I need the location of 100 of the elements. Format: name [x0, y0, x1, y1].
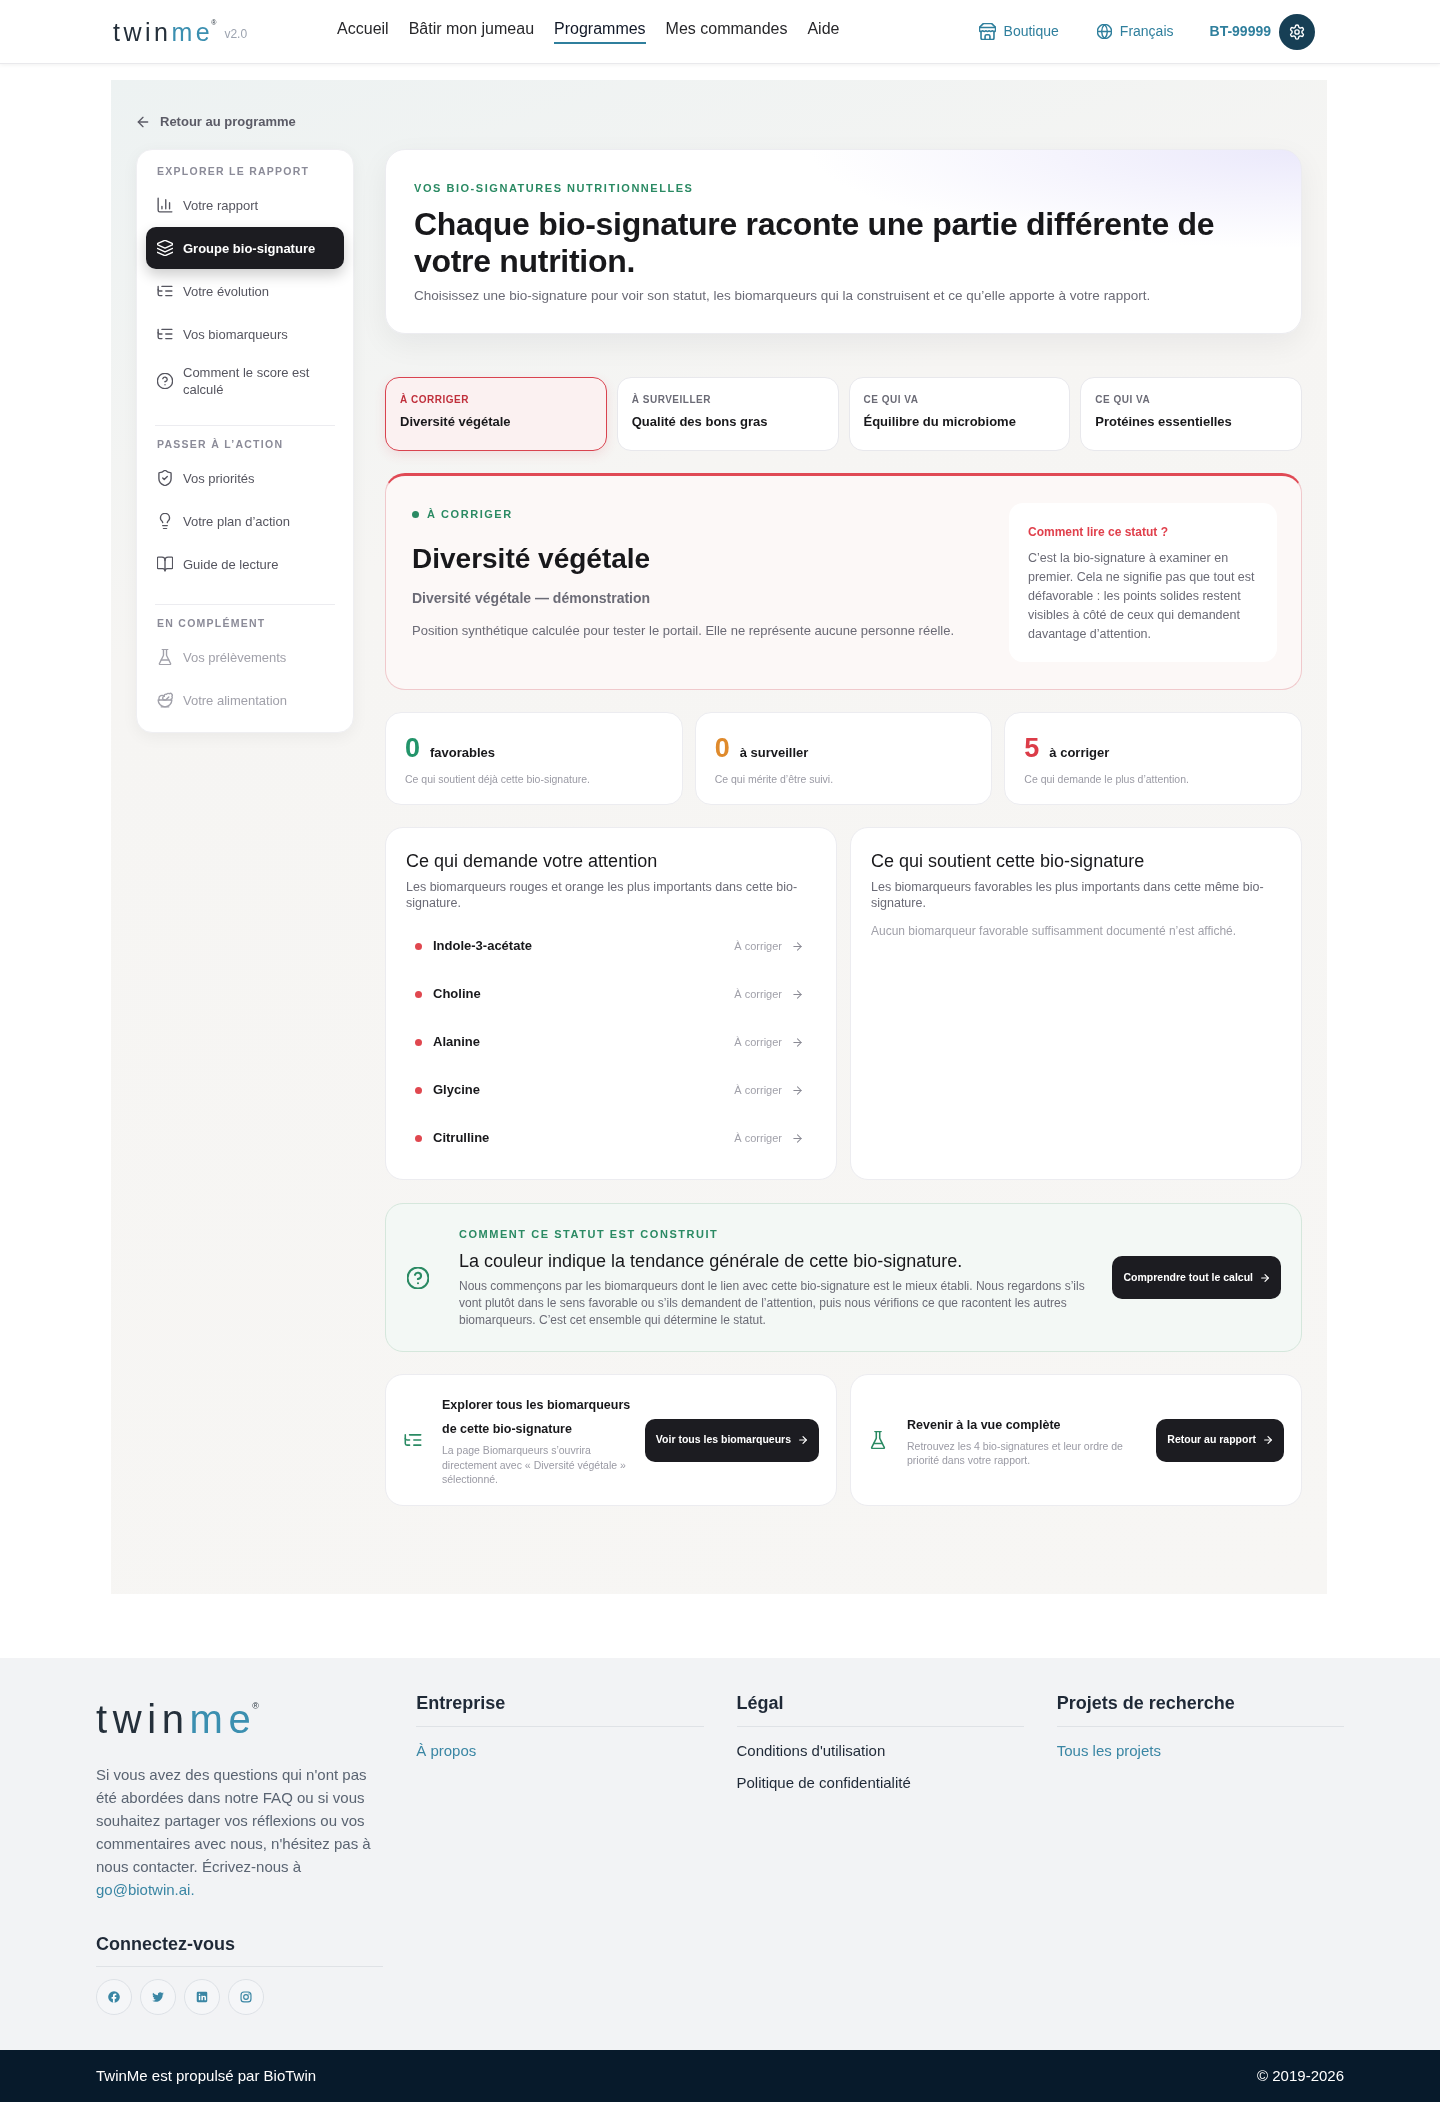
back-link[interactable]: Retour au programme — [136, 112, 296, 132]
flask-icon — [869, 1431, 887, 1449]
footer-logo[interactable]: twin me$^{®}$ — [96, 1699, 259, 1739]
footer-link[interactable]: Conditions d'utilisation — [736, 1740, 886, 1762]
footer-heading: Connectez-vous — [96, 1932, 384, 1967]
status-text: À corriger — [734, 1130, 782, 1146]
count-value: 0 — [405, 733, 421, 763]
signature-subtitle: Diversité végétale — démonstration — [412, 589, 652, 608]
section-heading: PASSER À L’ACTION — [156, 437, 285, 452]
method-text: Nous commençons par les biomarqueurs dont le lien avec cette bio-signature est le mieux établi. Nous regardons s’ils vont plutôt dans le sens favorable ou s’ils demandent de l’attention, puis nous vérifions ce que racontent les autres biomarqueurs. C’est cet ensemble qui détermine le statut. — [459, 1277, 1086, 1329]
signature-description: Position synthétique calculée pour tester le portail. Elle ne représente aucune personne réelle. — [412, 622, 955, 640]
help-text: C’est la bio-signature à examiner en premier. Cela ne signifie pas que tout est défavorable : les points solides restent visibles à côté de ceux qui demandent davantage d’attention. — [1028, 550, 1256, 643]
logo[interactable]: twin me$^{®}$ — [113, 17, 217, 46]
shield-check-icon — [157, 470, 173, 486]
list-icon — [157, 283, 173, 299]
nav-link[interactable]: Accueil — [337, 19, 389, 44]
signature-tab[interactable]: À SURVEILLER Qualité des bons gras — [616, 377, 839, 451]
email-link[interactable]: go@biotwin.ai. — [96, 1881, 195, 1898]
account-link[interactable]: BT-99999 — [1209, 21, 1271, 42]
signature-tab[interactable]: À CORRIGER Diversité végétale — [385, 377, 607, 451]
sidebar-item[interactable]: Guide de lecture — [146, 543, 344, 585]
language-selector[interactable]: Français — [1096, 21, 1174, 42]
lightbulb-icon — [157, 513, 173, 529]
instagram-icon[interactable] — [228, 1979, 264, 2015]
facebook-icon[interactable] — [96, 1979, 132, 2015]
linkedin-icon[interactable] — [184, 1979, 220, 2015]
count-value: 0 — [714, 733, 730, 763]
eyebrow-label: COMMENT CE STATUT EST CONSTRUIT — [459, 1226, 720, 1241]
help-icon — [157, 373, 173, 389]
sidebar-item[interactable]: Comment le score est calculé — [146, 356, 344, 406]
arrow-right-icon — [792, 988, 803, 1000]
footer-link[interactable]: À propos — [416, 1740, 477, 1762]
status-label: À CORRIGER — [427, 507, 513, 521]
biomarker-link[interactable]: Alanine — [433, 1033, 480, 1051]
count-label: à corriger — [1049, 744, 1110, 762]
help-icon — [407, 1266, 429, 1289]
nav-link[interactable]: Mes commandes — [665, 19, 788, 44]
layers-icon — [157, 240, 173, 256]
copyright-text: © 2019-2026 — [1257, 2065, 1344, 2086]
count-label: favorables — [430, 744, 496, 762]
bowl-icon — [157, 692, 173, 708]
biomarker-link[interactable]: Indole-3-acétate — [433, 937, 532, 955]
panel-title: Ce qui demande votre attention — [406, 850, 659, 873]
biomarker-link[interactable]: Citrulline — [433, 1129, 490, 1147]
footer-link[interactable]: Politique de confidentialité — [736, 1772, 911, 1794]
sidebar-item[interactable]: Vos biomarqueurs — [146, 313, 344, 355]
arrow-right-icon — [792, 1132, 803, 1144]
footer-heading: Entreprise — [416, 1691, 704, 1727]
nav-link[interactable]: Aide — [807, 19, 840, 44]
signature-tab[interactable]: CE QUI VA Protéines essentielles — [1080, 377, 1302, 451]
count-value: 5 — [1024, 733, 1040, 763]
sidebar-item[interactable]: Votre plan d’action — [146, 500, 344, 542]
footer-link[interactable]: Tous les projets — [1056, 1740, 1161, 1762]
biomarker-link[interactable]: Glycine — [433, 1081, 480, 1099]
section-heading: EXPLORER LE RAPPORT — [156, 164, 311, 179]
arrow-right-icon — [792, 1084, 803, 1096]
signature-tab[interactable]: CE QUI VA Équilibre du microbiome — [848, 377, 1071, 451]
biomarker-link[interactable]: Choline — [433, 985, 481, 1003]
contact-paragraph: Si vous avez des questions qui n'ont pas été abordées dans notre FAQ ou si vous souhaitez partager vos réflexions ou vos commentaires avec nous, n'hésitez pas à nous contacter. Écrivez-nous à go@biotwin.ai. — [96, 1765, 372, 1900]
list-icon — [404, 1431, 422, 1449]
arrow-right-icon — [1260, 1272, 1270, 1283]
footer-heading: Légal — [736, 1691, 1024, 1727]
action-title: Revenir à la vue complète — [907, 1416, 1062, 1434]
eyebrow-label: VOS BIO-SIGNATURES NUTRITIONNELLES — [414, 181, 695, 195]
status-text: À corriger — [734, 1034, 782, 1050]
arrow-right-icon — [1263, 1435, 1273, 1445]
arrow-right-icon — [798, 1435, 808, 1445]
shop-link[interactable]: Boutique — [978, 21, 1059, 42]
action-button[interactable]: Voir tous les biomarqueurs — [644, 1418, 819, 1462]
sidebar-item[interactable]: Groupe bio-signature — [146, 227, 344, 269]
sidebar-item[interactable]: Vos priorités — [146, 457, 344, 499]
credit-text: TwinMe est propulsé par BioTwin — [96, 2065, 317, 2086]
calculation-button[interactable]: Comprendre tout le calcul — [1112, 1256, 1281, 1299]
action-button[interactable]: Retour au rapport — [1156, 1418, 1284, 1462]
action-description: Retrouvez les 4 bio-signatures et leur ordre de priorité dans votre rapport. — [907, 1438, 1124, 1468]
page-subtitle: Choisissez une bio-signature pour voir son statut, les biomarqueurs qui la construisent et ce qu’elle apporte à votre rapport. — [414, 287, 1152, 305]
version-label: v2.0 — [224, 25, 248, 43]
globe-icon — [1096, 24, 1112, 39]
bar-chart-icon — [157, 197, 173, 213]
count-label: à surveiller — [739, 744, 809, 762]
sidebar-item[interactable]: Votre rapport — [146, 184, 344, 226]
settings-icon[interactable] — [1279, 13, 1315, 50]
help-title: Comment lire ce statut ? — [1028, 524, 1170, 540]
section-heading: EN COMPLÉMENT — [156, 616, 267, 631]
nav-link[interactable]: Bâtir mon jumeau — [408, 19, 535, 44]
book-icon — [157, 556, 173, 572]
action-title: Explorer tous les biomarqueurs de cette bio-signature — [442, 1397, 632, 1439]
status-text: À corriger — [734, 938, 782, 954]
method-title: La couleur indique la tendance générale de cette bio-signature. — [459, 1249, 964, 1273]
signature-title: Diversité végétale — [412, 542, 652, 576]
sidebar-item[interactable]: Votre évolution — [146, 270, 344, 312]
nav-link[interactable]: Programmes — [554, 19, 646, 44]
count-description: Ce qui demande le plus d’attention. — [1024, 772, 1190, 786]
page-title: Chaque bio-signature raconte une partie différente de votre nutrition. — [414, 206, 1216, 280]
empty-message: Aucun biomarqueur favorable suffisamment documenté n’est affiché. — [871, 923, 1238, 939]
panel-title: Ce qui soutient cette bio-signature — [871, 850, 1146, 873]
twitter-icon[interactable] — [140, 1979, 176, 2015]
flask-icon — [157, 649, 173, 665]
arrow-right-icon — [792, 940, 803, 952]
list-icon — [157, 326, 173, 342]
